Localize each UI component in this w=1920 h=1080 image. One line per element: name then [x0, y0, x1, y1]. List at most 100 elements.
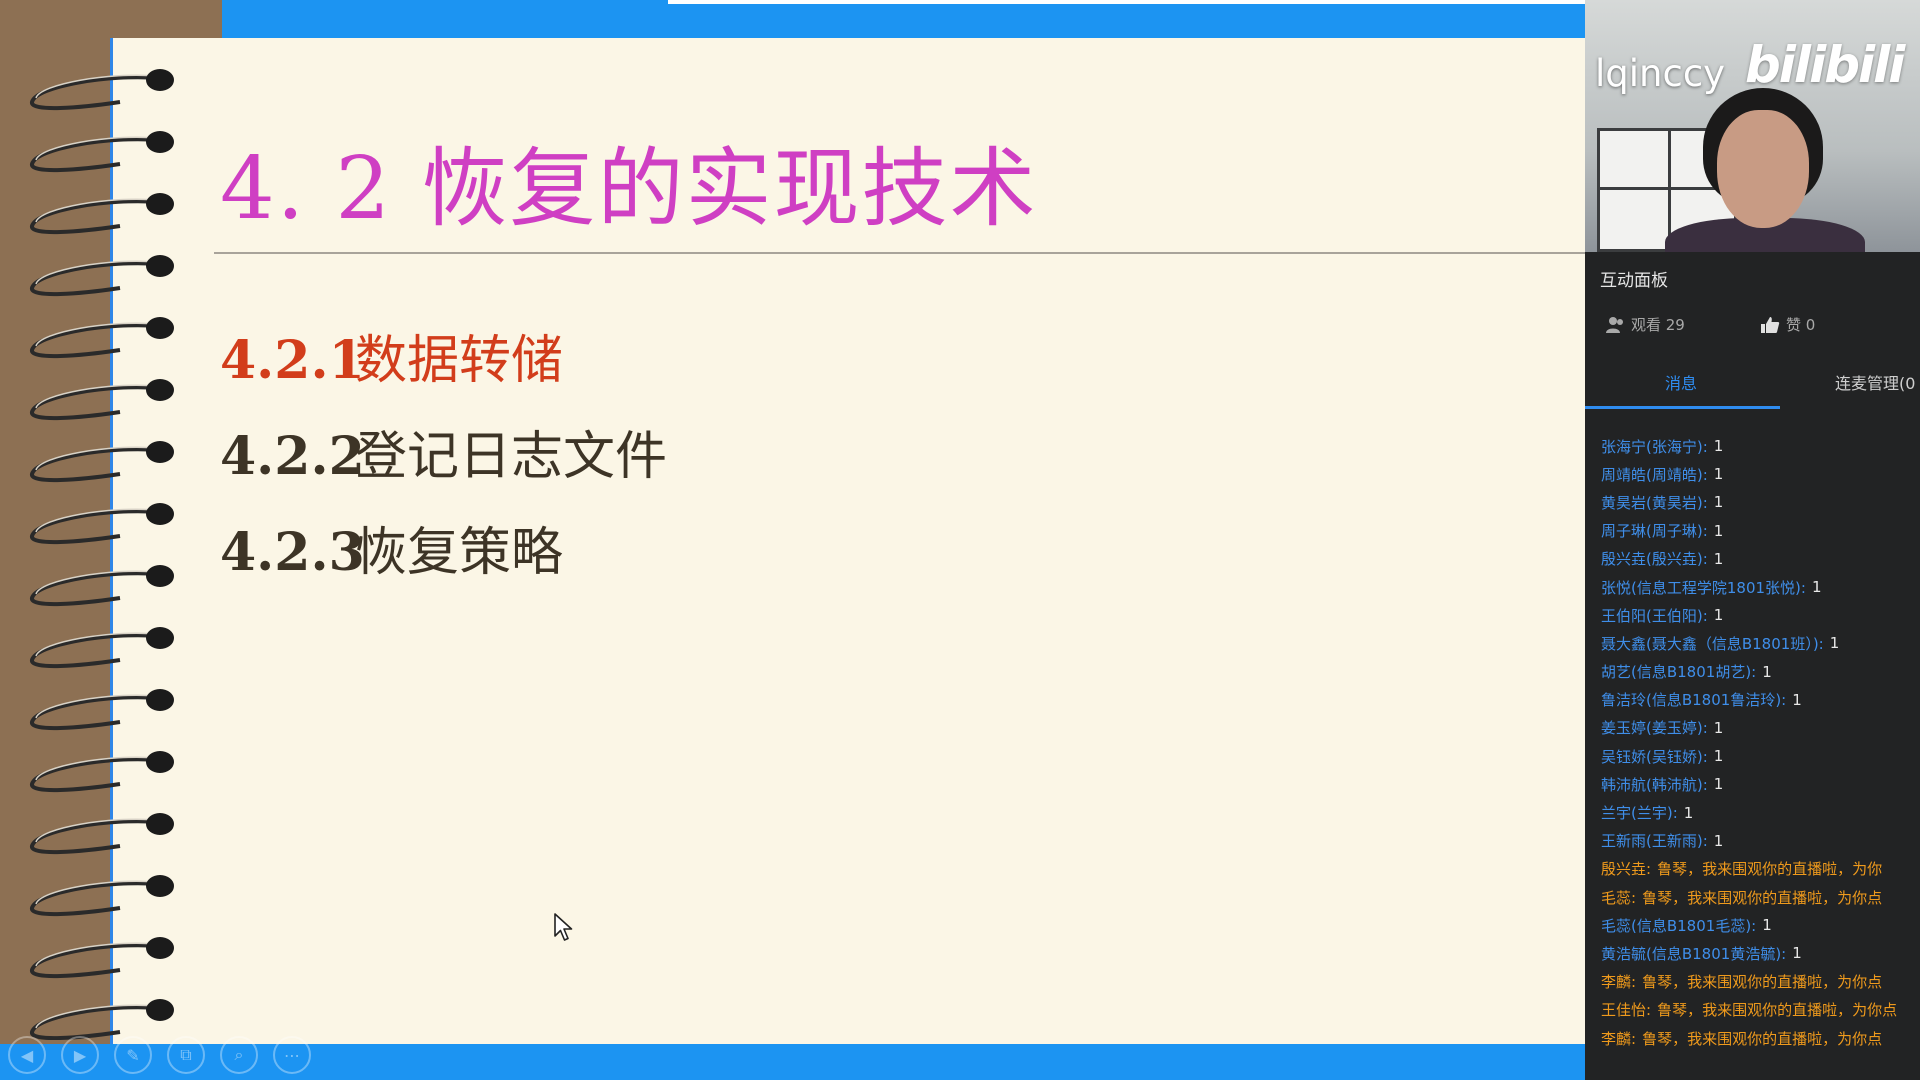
chat-message-text: 鲁琴，我来围观你的直播啦，为你点	[1642, 973, 1883, 992]
chat-message: 殷兴垚: 鲁琴，我来围观你的直播啦，为你	[1601, 855, 1920, 883]
chat-message-author[interactable]: 胡艺(信息B1801胡艺):	[1601, 661, 1756, 682]
chat-message-author[interactable]: 黄昊岩(黄昊岩):	[1601, 492, 1708, 513]
chat-message-author[interactable]: 殷兴垚:	[1601, 858, 1651, 879]
chat-message-text: 1	[1713, 493, 1724, 512]
chat-message-text: 1	[1762, 662, 1772, 681]
spiral-ring	[30, 999, 174, 1040]
chat-message-author[interactable]: 兰宇(兰宇):	[1601, 802, 1678, 823]
message-list[interactable]: 张海宁(张海宁): 1 周靖皓(周靖皓): 1 黄昊岩(黄昊岩): 1 周子琳(周子琳): 1…	[1601, 432, 1920, 1052]
spiral-ring	[30, 193, 174, 235]
chat-message-author[interactable]: 张悦(信息工程学院1801张悦):	[1601, 577, 1806, 598]
pen-icon[interactable]: ✎	[114, 1036, 152, 1074]
chat-message-author[interactable]: 毛蕊(信息B1801毛蕊):	[1601, 915, 1756, 936]
chat-message: 张悦(信息工程学院1801张悦): 1	[1601, 573, 1920, 601]
spiral-ring	[30, 689, 174, 731]
chat-message-text: 1	[1713, 606, 1724, 625]
chat-message-author[interactable]: 毛蕊:	[1601, 887, 1636, 908]
chat-message-text: 1	[1713, 437, 1724, 456]
toc-item-number: 4.2.3	[220, 522, 365, 583]
active-tab-indicator	[1585, 406, 1780, 409]
spiral-ring	[30, 875, 174, 917]
notebook-spiral	[30, 69, 174, 1040]
chat-message: 周子琳(周子琳): 1	[1601, 517, 1920, 545]
more-icon[interactable]: ⋯	[273, 1036, 311, 1074]
chat-message-author[interactable]: 黄浩毓(信息B1801黄浩毓):	[1601, 943, 1786, 964]
viewers-icon	[1606, 316, 1623, 333]
slide-viewer: 4. 2 恢复的实现技术 4.2.1数据转储 4.2.2登记日志文件 4.2.3恢复…	[0, 0, 1585, 1080]
top-frame-strip	[668, 0, 1585, 4]
chat-message-text: 1	[1713, 465, 1724, 484]
toc-item-number: 4.2.2	[220, 426, 365, 487]
mouse-cursor-icon	[554, 913, 573, 941]
chat-message-author[interactable]: 吴钰娇(吴钰娇):	[1601, 746, 1708, 767]
toc-item: 4.2.2登记日志文件	[220, 414, 667, 489]
chat-message: 兰宇(兰宇): 1	[1601, 798, 1920, 826]
chat-message: 鲁洁玲(信息B1801鲁洁玲): 1	[1601, 686, 1920, 714]
chat-message-text: 鲁琴，我来围观你的直播啦，为你点	[1642, 1029, 1883, 1048]
copy-icon[interactable]: ⧉	[167, 1036, 205, 1074]
chat-message: 王佳怡: 鲁琴，我来围观你的直播啦，为你点	[1601, 996, 1920, 1024]
chat-message-author[interactable]: 周子琳(周子琳):	[1601, 520, 1708, 541]
spiral-ring	[30, 255, 174, 297]
top-frame-bar	[222, 0, 1585, 38]
chat-message-author[interactable]: 李麟:	[1601, 971, 1636, 992]
chat-message: 胡艺(信息B1801胡艺): 1	[1601, 658, 1920, 686]
chat-message-text: 1	[1811, 578, 1822, 597]
toc-item-text: 登记日志文件	[355, 427, 668, 487]
chat-message-author[interactable]: 王佳怡:	[1601, 999, 1651, 1020]
zoom-icon[interactable]: ⌕	[220, 1036, 258, 1074]
chat-message-author[interactable]: 周靖皓(周靖皓):	[1601, 464, 1708, 485]
chat-message-author[interactable]: 张海宁(张海宁):	[1601, 436, 1708, 457]
chat-message-author[interactable]: 姜玉婷(姜玉婷):	[1601, 717, 1708, 738]
thumbs-up-icon[interactable]	[1760, 316, 1780, 334]
stats-row: 观看 29 赞 0	[1605, 314, 1905, 338]
chat-message: 王新雨(王新雨): 1	[1601, 827, 1920, 855]
prev-icon[interactable]: ◀	[8, 1036, 46, 1074]
tab-cohost-management[interactable]: 连麦管理(0	[1835, 370, 1915, 394]
like-count[interactable]: 赞 0	[1760, 314, 1815, 335]
spiral-ring	[30, 317, 174, 359]
toc-item: 4.2.1数据转储	[220, 318, 563, 393]
spiral-ring	[30, 69, 174, 111]
chat-message: 毛蕊(信息B1801毛蕊): 1	[1601, 911, 1920, 939]
webcam-person-face	[1717, 110, 1809, 228]
next-icon[interactable]: ▶	[61, 1036, 99, 1074]
spiral-ring	[30, 379, 174, 421]
title-divider	[214, 252, 1585, 254]
like-count-label: 赞 0	[1786, 316, 1816, 334]
bilibili-logo: bilibili	[1745, 36, 1905, 94]
chat-message-author[interactable]: 殷兴垚(殷兴垚):	[1601, 548, 1708, 569]
chat-message: 李麟: 鲁琴，我来围观你的直播啦，为你点	[1601, 1024, 1920, 1052]
spiral-ring	[30, 751, 174, 793]
chat-message: 黄昊岩(黄昊岩): 1	[1601, 488, 1920, 516]
chat-message-text: 1	[1713, 775, 1724, 794]
chat-message-text: 1	[1713, 521, 1724, 540]
spiral-ring	[30, 131, 174, 173]
chat-message: 周靖皓(周靖皓): 1	[1601, 460, 1920, 488]
chat-message-author[interactable]: 李麟:	[1601, 1028, 1636, 1049]
chat-message-author[interactable]: 韩沛航(韩沛航):	[1601, 774, 1708, 795]
panel-title: 互动面板	[1600, 271, 1668, 291]
chat-message-text: 1	[1713, 831, 1724, 850]
chat-message-author[interactable]: 鲁洁玲(信息B1801鲁洁玲):	[1601, 689, 1786, 710]
chat-message-author[interactable]: 王新雨(王新雨):	[1601, 830, 1708, 851]
interaction-panel: lqinccy bilibili 互动面板 观看 29 赞 0 消息 连麦管理(…	[1585, 0, 1920, 1080]
chat-message: 李麟: 鲁琴，我来围观你的直播啦，为你点	[1601, 968, 1920, 996]
chat-message-text: 1	[1792, 690, 1802, 709]
spiral-ring	[30, 813, 174, 855]
spiral-ring	[30, 441, 174, 483]
chat-message: 姜玉婷(姜玉婷): 1	[1601, 714, 1920, 742]
spiral-ring	[30, 503, 174, 545]
chat-message-text: 1	[1762, 916, 1772, 935]
panel-tabs: 消息 连麦管理(0	[1585, 364, 1920, 410]
tab-messages[interactable]: 消息	[1665, 370, 1697, 394]
toc-item-number: 4.2.1	[220, 330, 365, 391]
chat-message: 吴钰娇(吴钰娇): 1	[1601, 742, 1920, 770]
chat-message-author[interactable]: 王伯阳(王伯阳):	[1601, 605, 1708, 626]
chat-message: 聂大鑫(聂大鑫（信息B1801班）): 1	[1601, 629, 1920, 657]
toc-item: 4.2.3恢复策略	[220, 510, 563, 585]
viewer-count: 观看 29	[1605, 314, 1685, 335]
chat-message-author[interactable]: 聂大鑫(聂大鑫（信息B1801班）):	[1601, 633, 1824, 654]
chat-message: 韩沛航(韩沛航): 1	[1601, 770, 1920, 798]
slide-title: 4. 2 恢复的实现技术	[220, 139, 1038, 239]
